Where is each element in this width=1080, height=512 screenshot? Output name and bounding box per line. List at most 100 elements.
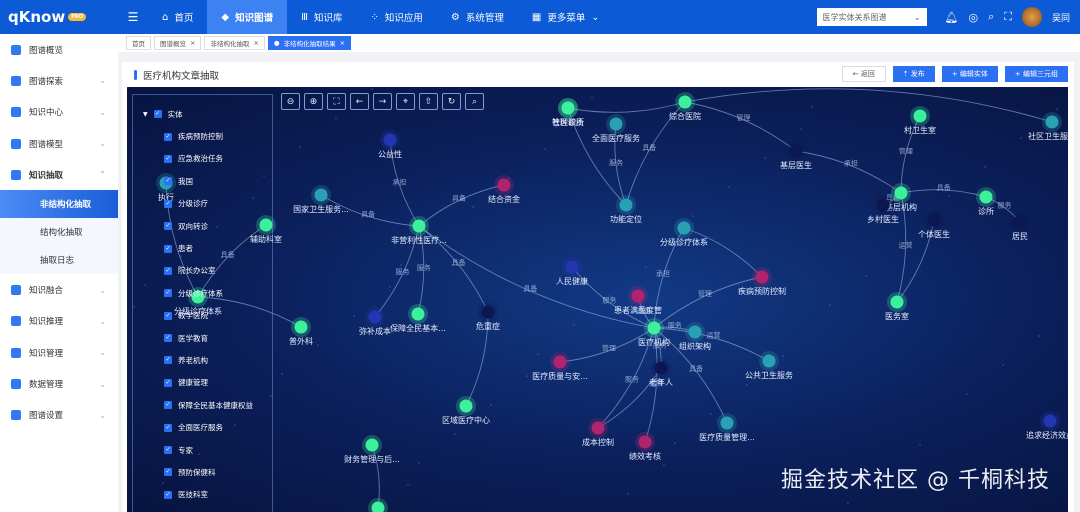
sidebar-item-model[interactable]: 图谱模型 ⌄ xyxy=(0,128,118,159)
node-label[interactable]: 医疗质量与安... xyxy=(532,371,588,381)
node-label[interactable]: 社区卫生服务 xyxy=(1028,131,1068,141)
legend-item[interactable]: ✓ 我国 xyxy=(133,170,272,192)
graph-node[interactable] xyxy=(755,270,769,284)
node-label[interactable]: 综合医院 xyxy=(669,111,701,121)
graph-node[interactable] xyxy=(411,307,425,321)
legend-item[interactable]: ✓ 预防保健科 xyxy=(133,461,272,483)
sidebar-item-data[interactable]: 数据管理 ⌄ xyxy=(0,368,118,399)
checkbox[interactable]: ✓ xyxy=(164,401,172,410)
checkbox[interactable]: ✓ xyxy=(164,334,172,343)
user-name[interactable]: 吴同 xyxy=(1052,11,1070,24)
graph-node[interactable] xyxy=(876,198,890,212)
node-label[interactable]: 国家卫生服务... xyxy=(293,204,349,214)
tab-unstructured[interactable]: 非结构化抽取 × xyxy=(204,36,265,50)
graph-node[interactable] xyxy=(591,421,605,435)
graph-node[interactable] xyxy=(459,399,473,413)
legend-item[interactable]: ✓ 院长办公室 xyxy=(133,260,272,282)
graph-edge[interactable] xyxy=(795,150,902,194)
node-label[interactable]: 患者满意度管 xyxy=(614,305,662,315)
graph-node[interactable] xyxy=(913,109,927,123)
node-label[interactable]: 公益性 xyxy=(378,149,402,159)
graph-node[interactable] xyxy=(647,321,661,335)
close-icon[interactable]: × xyxy=(190,39,195,47)
fit-view-icon[interactable]: ⛶ xyxy=(327,93,346,110)
menu-toggle-icon[interactable]: ☰ xyxy=(118,10,148,24)
legend-item[interactable]: ✓ 医学教育 xyxy=(133,327,272,349)
legend-item[interactable]: ✓ 养老机构 xyxy=(133,349,272,371)
graph-node[interactable] xyxy=(412,219,426,233)
legend-item[interactable]: ✓ 健康管理 xyxy=(133,372,272,394)
sidebar-sub-structured[interactable]: 结构化抽取 xyxy=(0,218,118,247)
graph-node[interactable] xyxy=(1045,115,1059,129)
graph-node[interactable] xyxy=(368,310,382,324)
knowledge-graph-canvas[interactable]: 具备 承担 管理 具备 服务 管理 服务 运营 服务 运营 具备 服务 承担 具备 具备 服务 服务 具备 具备 服务… xyxy=(127,87,1068,512)
publish-button[interactable]: ⇡ 发布 xyxy=(892,66,935,82)
graph-edge[interactable] xyxy=(684,101,797,152)
graph-edge[interactable] xyxy=(418,184,505,227)
legend-item[interactable]: ✓ 分级诊疗 xyxy=(133,193,272,215)
node-label[interactable]: 成本控制 xyxy=(582,437,614,447)
node-label[interactable]: 老年人 xyxy=(649,377,673,387)
graph-node[interactable] xyxy=(619,198,633,212)
graph-node[interactable] xyxy=(561,101,575,115)
nav-library[interactable]: Ⅲ 知识库 xyxy=(287,0,356,34)
sidebar-item-manage[interactable]: 知识管理 ⌄ xyxy=(0,337,118,368)
node-label[interactable]: 全面医疗服务 xyxy=(592,133,640,143)
avatar[interactable] xyxy=(1021,7,1042,27)
nav-system[interactable]: ⚙ 系统管理 xyxy=(437,0,518,34)
checkbox[interactable]: ✓ xyxy=(153,110,162,119)
node-label[interactable]: 医疗机构 xyxy=(638,337,670,347)
graph-node[interactable] xyxy=(365,438,379,452)
checkbox[interactable]: ✓ xyxy=(164,222,172,231)
sidebar-item-explore[interactable]: 图谱探索 ⌄ xyxy=(0,65,118,96)
node-label[interactable]: 医务室 xyxy=(885,311,909,321)
node-label[interactable]: 功能定位 xyxy=(610,214,642,224)
checkbox[interactable]: ✓ xyxy=(164,378,172,387)
checkbox[interactable]: ✓ xyxy=(164,311,172,320)
graph-node[interactable] xyxy=(789,144,803,158)
sidebar-item-settings[interactable]: 图谱设置 ⌄ xyxy=(0,400,118,431)
edit-entity-button[interactable]: + 编辑实体 xyxy=(941,66,998,82)
logo[interactable]: qKnow PRO xyxy=(0,8,118,26)
node-label[interactable]: 保障全民基本... xyxy=(390,323,446,333)
graph-node[interactable] xyxy=(631,289,645,303)
legend-item[interactable]: ✓ 医技科室 xyxy=(133,484,272,506)
refresh-icon[interactable]: ↻ xyxy=(442,93,461,110)
sidebar-item-extract[interactable]: 知识抽取 ⌃ xyxy=(0,159,118,190)
nav-home[interactable]: ⌂ 首页 xyxy=(148,0,207,34)
legend-item[interactable]: ✓ 分级诊疗体系 xyxy=(133,282,272,304)
node-label[interactable]: 个体医生 xyxy=(918,229,950,239)
legend-item[interactable]: ✓ 教学医院 xyxy=(133,305,272,327)
back-button[interactable]: ← 返回 xyxy=(841,66,886,82)
node-label[interactable]: 区域医疗中心 xyxy=(442,415,490,425)
node-label[interactable]: 非营利性医疗... xyxy=(391,235,447,245)
graph-node[interactable] xyxy=(638,435,652,449)
checkbox[interactable]: ✓ xyxy=(164,132,172,141)
sidebar-item-overview[interactable]: 图谱概览 xyxy=(0,34,118,65)
graph-node[interactable] xyxy=(762,354,776,368)
undo-arrow-icon[interactable]: ← xyxy=(350,93,369,110)
fullscreen-icon[interactable]: ⛶ xyxy=(1004,10,1012,24)
graph-node[interactable] xyxy=(553,355,567,369)
nav-app[interactable]: ⁘ 知识应用 xyxy=(357,0,437,34)
legend-item[interactable]: ✓ 全面医疗服务 xyxy=(133,416,272,438)
legend-item[interactable]: ✓ 患者 xyxy=(133,237,272,259)
graph-node[interactable] xyxy=(927,213,941,227)
node-label[interactable]: 村卫生室 xyxy=(904,125,936,135)
checkbox[interactable]: ✓ xyxy=(164,468,172,477)
edit-triple-button[interactable]: + 编辑三元组 xyxy=(1004,66,1068,82)
checkbox[interactable]: ✓ xyxy=(164,356,172,365)
legend-item[interactable]: ✓ 双向转诊 xyxy=(133,215,272,237)
graph-node[interactable] xyxy=(497,178,511,192)
graph-edge[interactable] xyxy=(567,101,686,113)
sidebar-sub-unstructured[interactable]: 非结构化抽取 xyxy=(0,190,118,219)
tab-overview[interactable]: 图谱概览 × xyxy=(154,36,202,50)
node-label[interactable]: 财务管理与后... xyxy=(344,454,400,464)
graph-node[interactable] xyxy=(565,260,579,274)
checkbox[interactable]: ✓ xyxy=(164,289,172,298)
node-label[interactable]: 结合资金 xyxy=(488,194,520,204)
graph-node[interactable] xyxy=(1043,414,1057,428)
caret-down-icon[interactable]: ▼ xyxy=(143,111,148,118)
node-label[interactable]: 分级诊疗体系 xyxy=(660,237,708,247)
checkbox[interactable]: ✓ xyxy=(164,446,172,455)
